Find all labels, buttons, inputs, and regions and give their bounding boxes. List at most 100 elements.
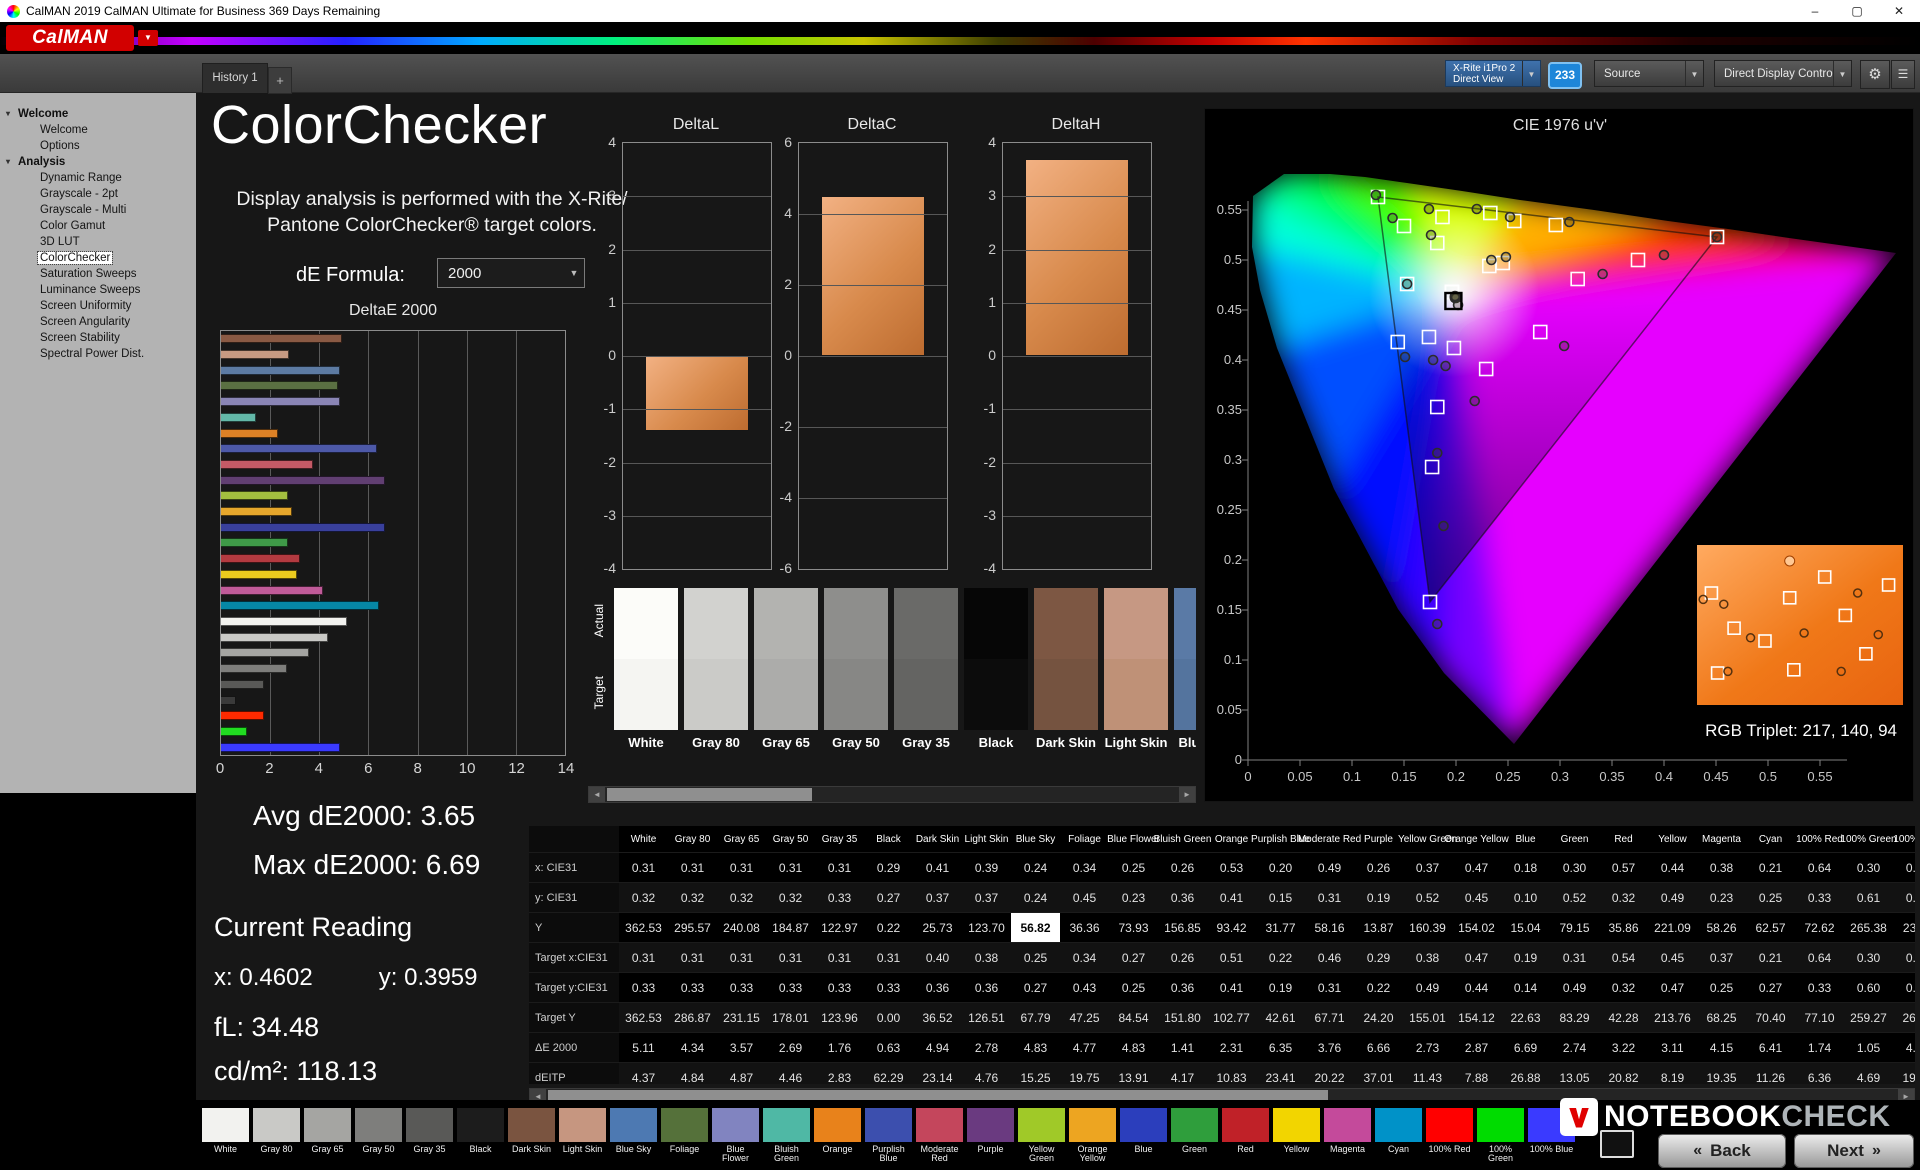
next-button[interactable]: Next »	[1794, 1134, 1914, 1168]
table-cell[interactable]: 0.54	[1599, 943, 1648, 972]
table-cell[interactable]: 240.08	[717, 913, 766, 942]
back-button[interactable]: « Back	[1658, 1134, 1786, 1168]
table-cell[interactable]: 0.41	[913, 853, 962, 882]
table-cell[interactable]: 123.70	[962, 913, 1011, 942]
table-cell[interactable]: 0.41	[1207, 973, 1256, 1002]
table-cell[interactable]: 0.27	[1109, 943, 1158, 972]
table-cell[interactable]: 0.60	[1844, 973, 1893, 1002]
table-cell[interactable]: 0.33	[815, 883, 864, 912]
table-cell[interactable]: 4.46	[766, 1063, 815, 1085]
bottom-swatch-foliage[interactable]: Foliage	[661, 1108, 708, 1165]
table-cell[interactable]: 0.36	[962, 973, 1011, 1002]
table-cell[interactable]: 6.66	[1354, 1033, 1403, 1062]
table-cell[interactable]: 0.27	[864, 883, 913, 912]
close-button[interactable]: ✕	[1878, 0, 1920, 22]
table-cell[interactable]: 0.49	[1403, 973, 1452, 1002]
table-cell[interactable]: 213.76	[1648, 1003, 1697, 1032]
table-cell[interactable]: 36.52	[913, 1003, 962, 1032]
table-cell[interactable]: 2.83	[815, 1063, 864, 1085]
table-cell[interactable]: 0.52	[1403, 883, 1452, 912]
table-cell[interactable]: 3.57	[717, 1033, 766, 1062]
table-cell[interactable]: 0.30	[1550, 853, 1599, 882]
table-cell[interactable]: 362.53	[619, 1003, 668, 1032]
table-cell[interactable]: 8.19	[1648, 1063, 1697, 1085]
table-cell[interactable]: 62.29	[864, 1063, 913, 1085]
table-cell[interactable]: 42.28	[1599, 1003, 1648, 1032]
table-cell[interactable]: 0.36	[1158, 883, 1207, 912]
table-cell[interactable]: 286.87	[668, 1003, 717, 1032]
table-cell[interactable]: 0.64	[1795, 853, 1844, 882]
bottom-swatch-blue[interactable]: Blue	[1120, 1108, 1167, 1165]
table-cell[interactable]: 0.49	[1550, 973, 1599, 1002]
table-cell[interactable]: 67.71	[1305, 1003, 1354, 1032]
table-cell[interactable]: 62.57	[1746, 913, 1795, 942]
scroll-right-icon[interactable]: ►	[1179, 787, 1195, 802]
table-cell[interactable]: 0.21	[1746, 943, 1795, 972]
table-cell[interactable]: 0.31	[815, 853, 864, 882]
table-cell[interactable]: 0.44	[1648, 853, 1697, 882]
table-cell[interactable]: 68.25	[1697, 1003, 1746, 1032]
patch-dark-skin[interactable]: Dark Skin	[1034, 588, 1098, 750]
table-cell[interactable]: 0.34	[1060, 853, 1109, 882]
sidebar-section-welcome[interactable]: ▾ Welcome	[0, 106, 196, 122]
table-cell[interactable]: 0.38	[1697, 853, 1746, 882]
table-cell[interactable]: 1.05	[1844, 1033, 1893, 1062]
table-cell[interactable]: 0.57	[1599, 853, 1648, 882]
reading-count-badge[interactable]: 233	[1548, 62, 1582, 89]
table-cell[interactable]: 4.84	[668, 1063, 717, 1085]
table-cell[interactable]: 0.45	[1452, 883, 1501, 912]
patch-light-skin[interactable]: Light Skin	[1104, 588, 1168, 750]
table-cell[interactable]: 6.69	[1501, 1033, 1550, 1062]
table-cell[interactable]: 160.39	[1403, 913, 1452, 942]
table-cell[interactable]: 0.31	[864, 943, 913, 972]
source-dropdown[interactable]: Source ▼	[1594, 60, 1704, 87]
bottom-swatch-gray-80[interactable]: Gray 80	[253, 1108, 300, 1165]
table-cell[interactable]: 0.31	[1550, 943, 1599, 972]
table-cell[interactable]: 0.33	[668, 973, 717, 1002]
table-cell[interactable]: 0.31	[766, 943, 815, 972]
table-cell[interactable]: 0.61	[1844, 883, 1893, 912]
table-cell[interactable]: 0.10	[1501, 883, 1550, 912]
sidebar-section-analysis[interactable]: ▾ Analysis	[0, 154, 196, 170]
table-cell[interactable]: 3.76	[1305, 1033, 1354, 1062]
table-cell[interactable]: 0.36	[913, 973, 962, 1002]
table-cell[interactable]: 0.22	[1256, 943, 1305, 972]
table-cell[interactable]: 0.14	[1501, 973, 1550, 1002]
table-cell[interactable]: 6.36	[1795, 1063, 1844, 1085]
table-cell[interactable]: 4.83	[1011, 1033, 1060, 1062]
table-cell[interactable]: 0.41	[1207, 883, 1256, 912]
table-cell[interactable]: 7.88	[1452, 1063, 1501, 1085]
table-cell[interactable]: 155.01	[1403, 1003, 1452, 1032]
table-cell[interactable]: 4.94	[913, 1033, 962, 1062]
swatch-strip-scrollbar[interactable]: ◄ ►	[588, 786, 1196, 803]
bottom-swatch-blue-sky[interactable]: Blue Sky	[610, 1108, 657, 1165]
table-cell[interactable]: 4.83	[1109, 1033, 1158, 1062]
table-cell[interactable]: 0.31	[1305, 883, 1354, 912]
table-cell[interactable]: 0.24	[1011, 853, 1060, 882]
table-cell[interactable]: 123.96	[815, 1003, 864, 1032]
bottom-swatch-orange-yellow[interactable]: Orange Yellow	[1069, 1108, 1116, 1165]
bottom-swatch-yellow[interactable]: Yellow	[1273, 1108, 1320, 1165]
table-cell[interactable]: 2.73	[1403, 1033, 1452, 1062]
bottom-swatch-magenta[interactable]: Magenta	[1324, 1108, 1371, 1165]
table-cell[interactable]: 0.19	[1256, 973, 1305, 1002]
gear-icon[interactable]: ⚙	[1860, 60, 1890, 89]
table-cell[interactable]: 154.02	[1452, 913, 1501, 942]
table-cell[interactable]: 0.52	[1550, 883, 1599, 912]
bottom-swatch-light-skin[interactable]: Light Skin	[559, 1108, 606, 1165]
table-cell[interactable]: 10.83	[1207, 1063, 1256, 1085]
table-cell[interactable]: 0.31	[717, 853, 766, 882]
table-cell[interactable]: 0.47	[1452, 943, 1501, 972]
table-cell[interactable]: 0.44	[1452, 973, 1501, 1002]
table-cell[interactable]: 0.25	[1109, 973, 1158, 1002]
minimize-button[interactable]: –	[1794, 0, 1836, 22]
table-cell[interactable]: 0.33	[864, 973, 913, 1002]
bottom-swatch-gray-50[interactable]: Gray 50	[355, 1108, 402, 1165]
table-cell[interactable]: 0.31	[619, 853, 668, 882]
table-cell[interactable]: 11.26	[1746, 1063, 1795, 1085]
table-cell[interactable]: 0.36	[1158, 973, 1207, 1002]
table-cell[interactable]: 4.69	[1844, 1063, 1893, 1085]
menu-icon[interactable]: ☰	[1891, 60, 1915, 89]
table-cell[interactable]: 0.19	[1354, 883, 1403, 912]
table-cell[interactable]: 0.45	[1060, 883, 1109, 912]
